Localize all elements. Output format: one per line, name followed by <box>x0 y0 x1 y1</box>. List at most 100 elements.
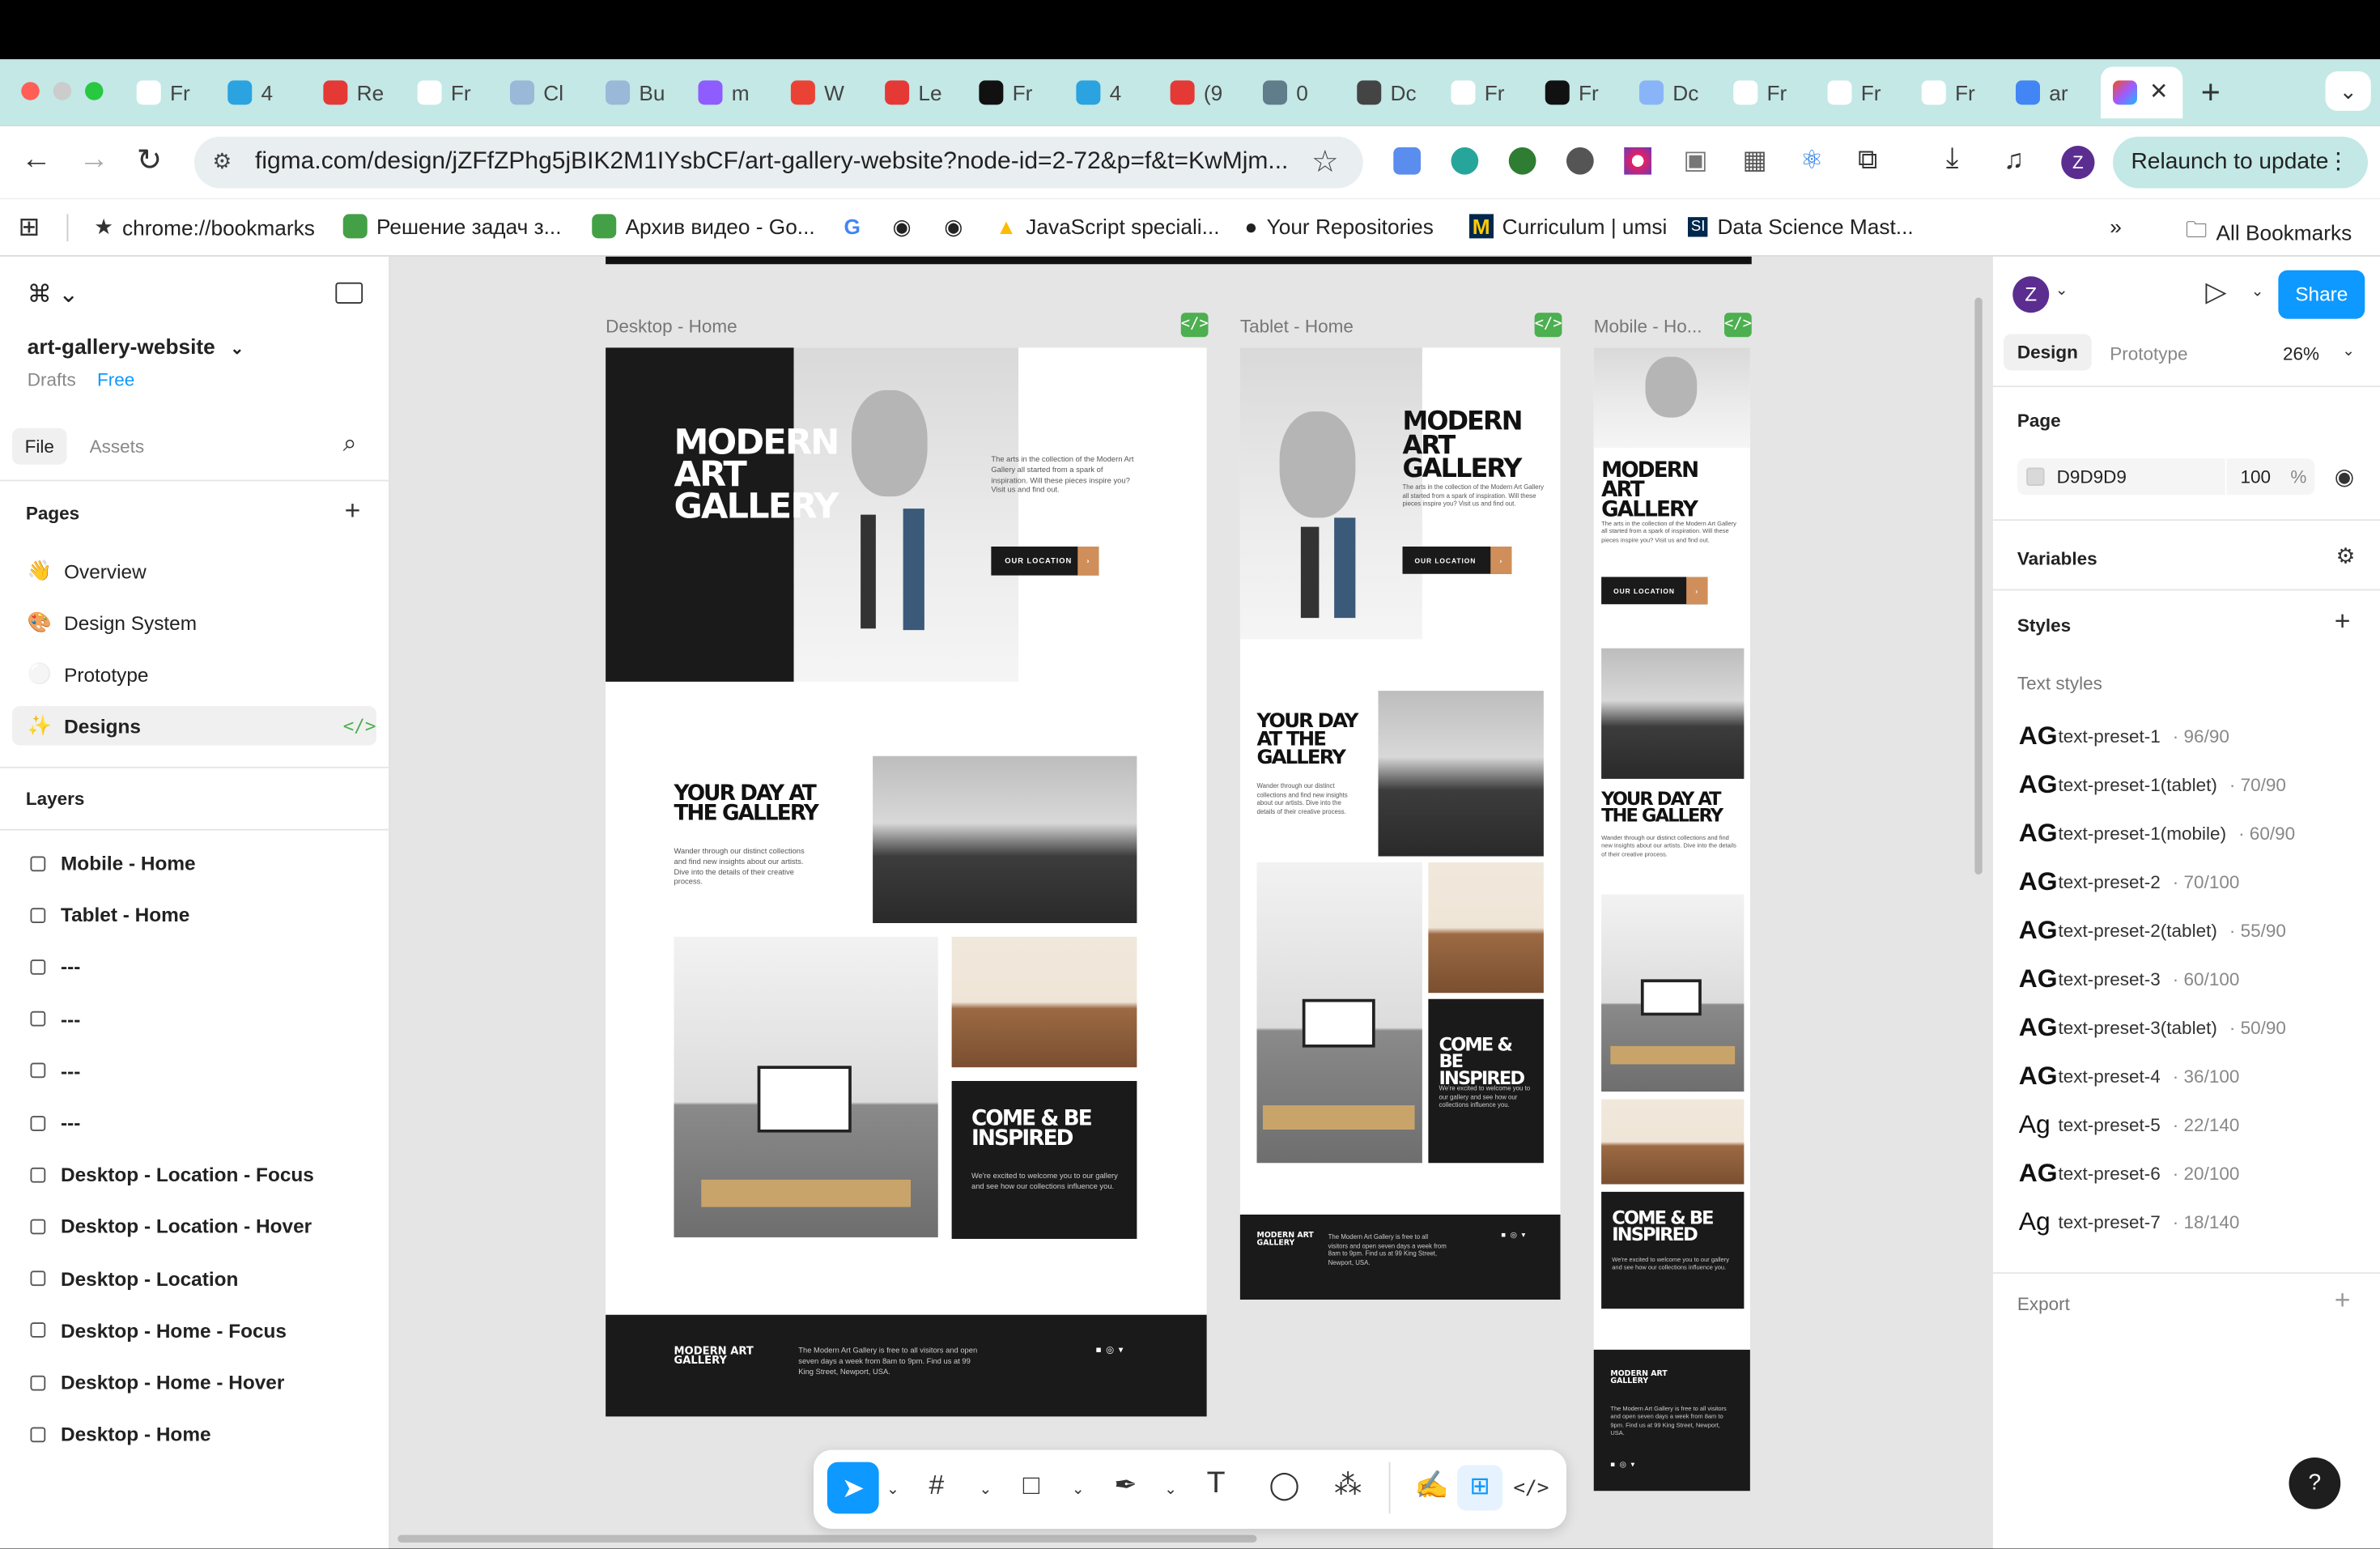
extension-m-icon[interactable] <box>1451 147 1479 175</box>
tab-assets[interactable]: Assets <box>90 436 145 457</box>
help-button[interactable]: ? <box>2289 1458 2341 1509</box>
page-opacity-value[interactable]: 100 <box>2241 466 2272 487</box>
chevron-down-icon[interactable]: ⌄ <box>1072 1482 1085 1499</box>
tab-prototype[interactable]: Prototype <box>2110 343 2187 364</box>
text-style-item[interactable]: Ag text-preset-7 · 18/140 <box>2019 1207 2240 1238</box>
page-item-overview[interactable]: 👋 Overview <box>28 559 147 583</box>
text-tool-icon[interactable]: T <box>1207 1466 1226 1501</box>
chevron-down-icon[interactable]: ⌄ <box>230 340 244 359</box>
layer-item[interactable]: --- <box>30 1112 80 1134</box>
add-page-icon[interactable]: + <box>345 495 361 526</box>
browser-tab[interactable]: Fr <box>1451 76 1505 109</box>
rectangle-tool-icon[interactable]: □ <box>1023 1470 1039 1501</box>
bookmark-curriculum[interactable]: M Curriculum | umsi <box>1469 214 1667 239</box>
page-item-design-system[interactable]: 🎨 Design System <box>28 611 197 635</box>
media-controls-icon[interactable]: ♫ <box>2004 144 2024 176</box>
minimize-window-button[interactable] <box>53 82 72 100</box>
dev-mode-icon[interactable]: </> <box>343 715 376 736</box>
move-tool-icon[interactable]: ➤ <box>827 1462 879 1514</box>
browser-tab[interactable]: Fr <box>1733 76 1787 109</box>
layer-item[interactable]: Desktop - Home - Hover <box>30 1371 284 1394</box>
vertical-scrollbar[interactable] <box>1974 297 1983 875</box>
sidebar-toggle-icon[interactable] <box>335 282 363 304</box>
bookmark-star-icon[interactable]: ☆ <box>1311 143 1339 181</box>
browser-tab[interactable]: Fr <box>136 76 190 109</box>
browser-tab[interactable]: 4 <box>1076 76 1121 109</box>
layer-item[interactable]: --- <box>30 1007 80 1030</box>
more-menu-icon[interactable]: ⋮ <box>2327 137 2349 189</box>
color-swatch[interactable] <box>2026 467 2045 486</box>
horizontal-scrollbar[interactable] <box>397 1534 1257 1543</box>
browser-tab[interactable]: ar <box>2016 76 2068 109</box>
chevron-down-icon[interactable]: ⌄ <box>2251 284 2264 301</box>
maximize-window-button[interactable] <box>85 82 104 100</box>
comment-tool-icon[interactable]: ◯ <box>1269 1470 1300 1501</box>
tab-search-chevron-icon[interactable]: ⌄ <box>2325 71 2371 111</box>
page-item-prototype[interactable]: ⚪ Prototype <box>28 662 149 687</box>
chevron-down-icon[interactable]: ⌄ <box>979 1482 992 1499</box>
extensions-icon[interactable]: ⧉ <box>1858 144 1877 176</box>
layer-item[interactable]: --- <box>30 955 80 978</box>
browser-tab[interactable]: W <box>790 76 844 109</box>
bookmark-datascience[interactable]: SI Data Science Mast... <box>1688 214 1914 238</box>
browser-tab[interactable]: Cl <box>510 76 563 109</box>
tab-file[interactable]: File <box>12 428 67 465</box>
layer-item[interactable]: Desktop - Location - Focus <box>30 1164 314 1186</box>
frame-label-desktop[interactable]: Desktop - Home <box>606 316 737 337</box>
browser-tab[interactable]: Re <box>323 76 384 109</box>
dev-mode-toggle-icon[interactable]: </> <box>1513 1477 1549 1500</box>
mobile-location-button[interactable]: OUR LOCATION › <box>1601 577 1708 605</box>
user-avatar[interactable]: Z <box>2012 276 2050 313</box>
tablet-location-button[interactable]: OUR LOCATION › <box>1402 547 1512 574</box>
extension-w-icon[interactable] <box>1566 147 1594 175</box>
frame-tool-icon[interactable]: # <box>929 1470 945 1501</box>
desktop-location-button[interactable]: OUR LOCATION › <box>991 547 1099 576</box>
text-style-item[interactable]: AG text-preset-1(mobile) · 60/90 <box>2019 819 2295 849</box>
page-item-designs[interactable]: ✨ Designs <box>28 713 141 738</box>
text-style-item[interactable]: AG text-preset-4 · 36/100 <box>2019 1062 2240 1092</box>
browser-tab[interactable]: Dc <box>1357 76 1417 109</box>
bookmark-google[interactable]: G <box>844 214 861 238</box>
frame-label-mobile[interactable]: Mobile - Ho... <box>1594 316 1702 337</box>
layer-item[interactable]: Desktop - Location <box>30 1267 238 1290</box>
tab-design[interactable]: Design <box>2004 334 2092 371</box>
new-tab-button[interactable]: + <box>2201 73 2221 113</box>
qr-icon[interactable]: ▦ <box>1743 146 1767 177</box>
relaunch-button[interactable]: Relaunch to update ⋮ <box>2113 136 2368 189</box>
eye-icon[interactable]: ◉ <box>2335 463 2355 491</box>
layer-item[interactable]: Desktop - Home - Focus <box>30 1319 287 1342</box>
browser-tab[interactable]: Fr <box>1827 76 1881 109</box>
design-mode-icon[interactable]: ⊞ <box>1457 1465 1503 1511</box>
address-bar[interactable]: figma.com/design/jZFfZPhg5jBIK2M1IYsbCF/… <box>194 136 1363 189</box>
browser-tab[interactable]: Fr <box>979 76 1032 109</box>
pen-tool-icon[interactable]: ✒ <box>1114 1470 1137 1501</box>
browser-tab[interactable]: 4 <box>227 76 273 109</box>
react-devtools-icon[interactable]: ⚛ <box>1800 146 1824 177</box>
text-style-item[interactable]: AG text-preset-3 · 60/100 <box>2019 964 2240 995</box>
bookmark-js[interactable]: ▲ JavaScript speciali... <box>996 214 1220 238</box>
browser-tab[interactable]: m <box>698 76 750 109</box>
variables-heading[interactable]: Variables <box>2017 548 2097 569</box>
layer-item[interactable]: Desktop - Home <box>30 1423 211 1445</box>
forward-arrow-icon[interactable]: → <box>79 143 110 177</box>
extension-grammar-icon[interactable] <box>1508 147 1536 175</box>
layer-item[interactable]: --- <box>30 1059 80 1082</box>
apps-grid-icon[interactable]: ⊞ <box>19 213 40 244</box>
zoom-level[interactable]: 26% <box>2283 343 2319 364</box>
bookmark-chrome[interactable]: ★ chrome://bookmarks <box>94 214 315 240</box>
text-style-item[interactable]: AG text-preset-2 · 70/100 <box>2019 867 2240 898</box>
browser-tab[interactable]: Le <box>885 76 942 109</box>
extension-camera-icon[interactable] <box>1624 147 1651 175</box>
more-bookmarks-icon[interactable]: » <box>2110 214 2122 238</box>
close-window-button[interactable] <box>21 82 40 100</box>
bookmark-globe-2[interactable]: ◉ <box>944 214 963 240</box>
reload-icon[interactable]: ↻ <box>137 141 162 179</box>
layer-item[interactable]: Tablet - Home <box>30 904 189 926</box>
bookmark-tasks[interactable]: Решение задач з... <box>342 214 562 239</box>
bookmark-repos[interactable]: ● Your Repositories <box>1245 214 1434 238</box>
code-icon[interactable]: </> <box>1534 313 1562 338</box>
draw-mode-icon[interactable]: ✍ <box>1415 1470 1449 1501</box>
browser-tab[interactable]: Fr <box>1921 76 1975 109</box>
text-style-item[interactable]: AG text-preset-3(tablet) · 50/90 <box>2019 1013 2286 1044</box>
site-info-icon[interactable]: ⚙ <box>213 149 232 175</box>
